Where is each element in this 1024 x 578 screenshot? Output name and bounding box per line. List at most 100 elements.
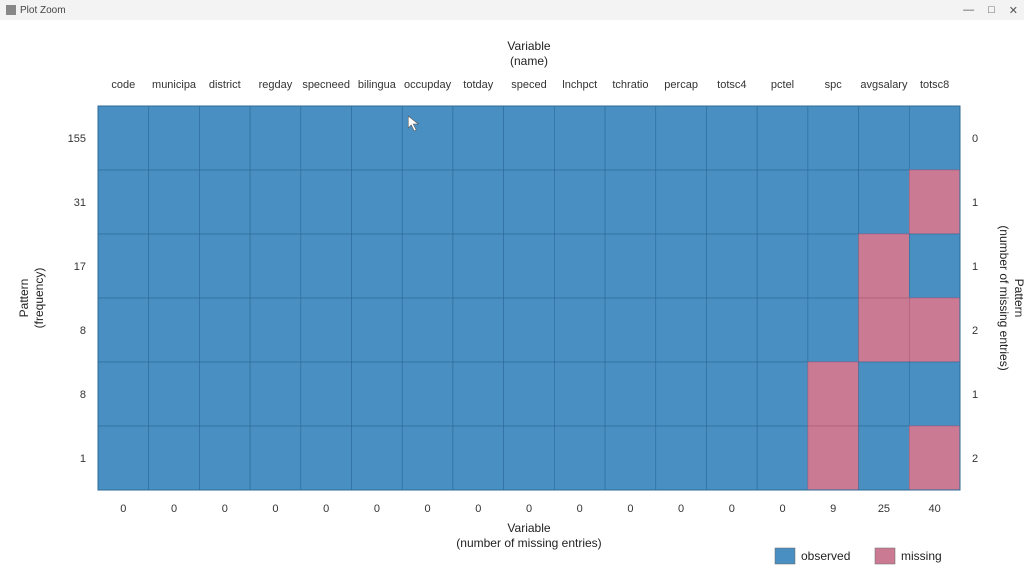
cell-observed xyxy=(250,298,301,362)
cell-observed xyxy=(757,298,808,362)
cell-observed xyxy=(605,234,656,298)
cell-observed xyxy=(199,362,250,426)
variable-missing-total: 0 xyxy=(272,503,278,515)
variable-label: occupday xyxy=(404,79,452,91)
pattern-missing-tick: 1 xyxy=(972,197,978,209)
cell-observed xyxy=(402,298,453,362)
close-button[interactable]: ✕ xyxy=(1009,4,1018,17)
cell-observed xyxy=(859,170,910,234)
variable-missing-total: 9 xyxy=(830,503,836,515)
variable-missing-total: 0 xyxy=(120,503,126,515)
title-bar: Plot Zoom — □ ✕ xyxy=(0,0,1024,20)
cell-observed xyxy=(504,426,555,490)
cell-missing xyxy=(808,426,859,490)
cell-observed xyxy=(757,106,808,170)
cell-observed xyxy=(909,106,960,170)
cell-missing xyxy=(909,426,960,490)
minimize-button[interactable]: — xyxy=(963,4,974,17)
cell-observed xyxy=(250,362,301,426)
cell-missing xyxy=(808,362,859,426)
cell-observed xyxy=(453,298,504,362)
cell-observed xyxy=(706,106,757,170)
cell-observed xyxy=(808,106,859,170)
bottom-axis-title-2: (number of missing entries) xyxy=(456,536,601,550)
cell-observed xyxy=(250,426,301,490)
variable-missing-total: 0 xyxy=(526,503,532,515)
cell-observed xyxy=(656,426,707,490)
variable-missing-total: 0 xyxy=(171,503,177,515)
cell-observed xyxy=(199,106,250,170)
cell-observed xyxy=(352,362,403,426)
cell-missing xyxy=(859,298,910,362)
legend-swatch-observed xyxy=(775,548,795,564)
top-axis-title-2: (name) xyxy=(510,54,548,68)
cell-observed xyxy=(402,234,453,298)
cell-observed xyxy=(199,298,250,362)
cell-observed xyxy=(301,234,352,298)
cell-observed xyxy=(98,234,149,298)
variable-missing-total: 0 xyxy=(222,503,228,515)
variable-missing-total: 0 xyxy=(323,503,329,515)
cell-observed xyxy=(808,298,859,362)
cell-observed xyxy=(301,170,352,234)
pattern-missing-tick: 2 xyxy=(972,325,978,337)
cell-missing xyxy=(859,234,910,298)
legend-label-observed: observed xyxy=(801,549,850,563)
pattern-frequency-tick: 1 xyxy=(80,453,86,465)
cell-observed xyxy=(199,170,250,234)
cell-observed xyxy=(149,170,200,234)
maximize-button[interactable]: □ xyxy=(988,4,995,17)
cell-observed xyxy=(859,362,910,426)
variable-label: percap xyxy=(664,79,698,91)
app-window: Plot Zoom — □ ✕ Variable(name)codemunici… xyxy=(0,0,1024,578)
cell-observed xyxy=(605,170,656,234)
cell-observed xyxy=(554,298,605,362)
variable-label: district xyxy=(209,79,241,91)
cell-observed xyxy=(504,170,555,234)
pattern-missing-tick: 0 xyxy=(972,133,978,145)
variable-missing-total: 0 xyxy=(627,503,633,515)
cell-observed xyxy=(199,426,250,490)
cell-observed xyxy=(149,106,200,170)
cell-observed xyxy=(98,362,149,426)
variable-label: tchratio xyxy=(612,79,648,91)
cell-observed xyxy=(453,106,504,170)
cell-observed xyxy=(808,234,859,298)
cell-observed xyxy=(149,362,200,426)
cell-observed xyxy=(656,298,707,362)
cell-observed xyxy=(554,234,605,298)
cell-observed xyxy=(706,298,757,362)
variable-missing-total: 0 xyxy=(425,503,431,515)
window-controls: — □ ✕ xyxy=(963,4,1018,17)
pattern-missing-tick: 1 xyxy=(972,261,978,273)
cell-observed xyxy=(504,362,555,426)
pattern-frequency-tick: 8 xyxy=(80,325,86,337)
pattern-frequency-tick: 155 xyxy=(68,133,86,145)
cell-observed xyxy=(605,426,656,490)
cell-observed xyxy=(706,170,757,234)
cell-observed xyxy=(149,298,200,362)
pattern-frequency-tick: 17 xyxy=(74,261,86,273)
cell-observed xyxy=(605,362,656,426)
cell-observed xyxy=(859,106,910,170)
cell-observed xyxy=(554,106,605,170)
variable-missing-total: 0 xyxy=(374,503,380,515)
cell-observed xyxy=(250,106,301,170)
cell-observed xyxy=(98,170,149,234)
cell-observed xyxy=(250,234,301,298)
pattern-frequency-tick: 31 xyxy=(74,197,86,209)
variable-label: lnchpct xyxy=(562,79,597,91)
cell-observed xyxy=(352,298,403,362)
bottom-axis-title-1: Variable xyxy=(507,521,550,535)
variable-missing-total: 0 xyxy=(729,503,735,515)
variable-label: regday xyxy=(259,79,293,91)
variable-label: municipa xyxy=(152,79,197,91)
cell-observed xyxy=(301,362,352,426)
window-title: Plot Zoom xyxy=(20,5,66,16)
cell-observed xyxy=(98,106,149,170)
cell-observed xyxy=(98,426,149,490)
right-axis-title-1: Pattern xyxy=(1012,279,1024,318)
cell-observed xyxy=(504,234,555,298)
cell-observed xyxy=(605,106,656,170)
variable-label: avgsalary xyxy=(860,79,908,91)
